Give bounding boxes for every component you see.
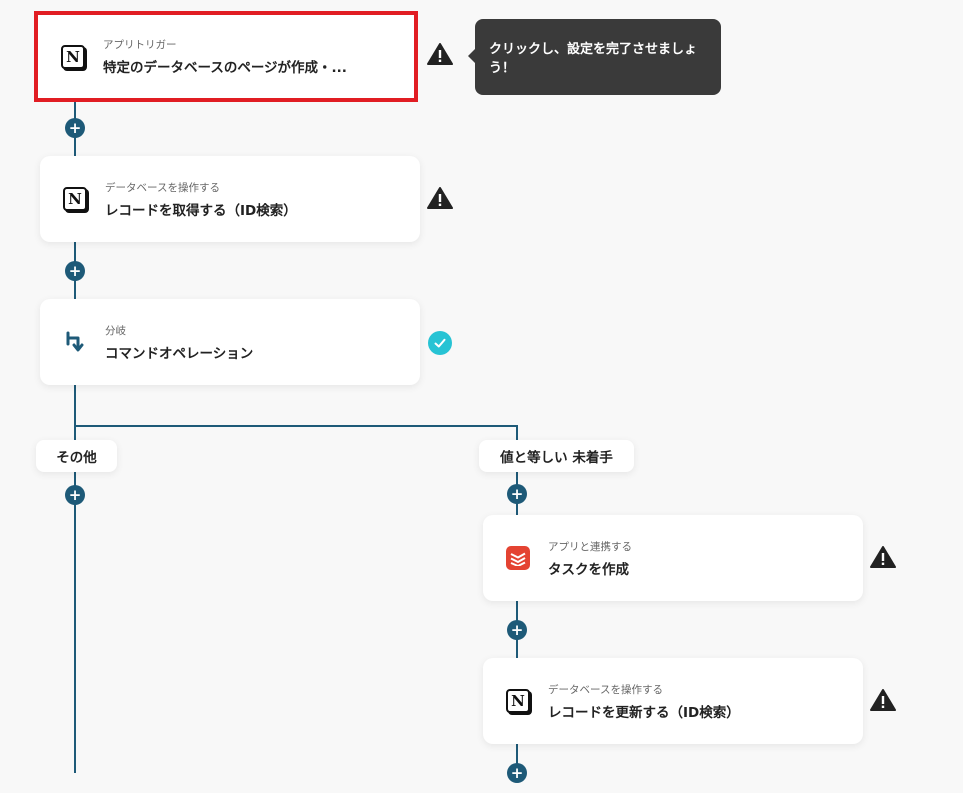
warning-icon[interactable] <box>870 688 896 712</box>
step-title: コマンドオペレーション <box>105 345 254 362</box>
step-title: 特定のデータベースのページが作成・... <box>103 60 347 76</box>
step-title: タスクを作成 <box>548 561 629 578</box>
check-icon <box>428 331 452 355</box>
step-title: レコードを更新する（ID検索） <box>548 704 740 721</box>
step-label: データベースを操作する <box>105 181 220 194</box>
add-step-button[interactable]: + <box>65 485 85 505</box>
branch-icon <box>62 329 88 355</box>
branch-connector-line <box>74 425 518 427</box>
step-label: 分岐 <box>105 324 126 337</box>
notion-icon: N <box>60 44 86 70</box>
step-card-branch[interactable]: 分岐 コマンドオペレーション <box>40 299 420 385</box>
warning-icon[interactable] <box>870 545 896 569</box>
add-step-button[interactable]: + <box>65 118 85 138</box>
warning-icon[interactable] <box>427 42 453 66</box>
notion-icon: N <box>505 688 531 714</box>
step-card-create-task[interactable]: アプリと連携する タスクを作成 <box>483 515 863 601</box>
add-step-button[interactable]: + <box>507 484 527 504</box>
step-label: アプリと連携する <box>548 540 632 553</box>
branch-label-other[interactable]: その他 <box>36 440 117 472</box>
setup-tooltip: クリックし、設定を完了させましょう！ <box>468 19 721 95</box>
step-label: アプリトリガー <box>103 39 177 51</box>
warning-icon[interactable] <box>427 186 453 210</box>
todoist-icon <box>505 545 531 571</box>
tooltip-text: クリックし、設定を完了させましょう！ <box>489 42 698 76</box>
step-card-update-record[interactable]: N データベースを操作する レコードを更新する（ID検索） <box>483 658 863 744</box>
add-step-button[interactable]: + <box>507 763 527 783</box>
step-label: データベースを操作する <box>548 683 663 696</box>
step-card-get-record[interactable]: N データベースを操作する レコードを取得する（ID検索） <box>40 156 420 242</box>
add-step-button[interactable]: + <box>65 261 85 281</box>
step-card-trigger[interactable]: N アプリトリガー 特定のデータベースのページが作成・... <box>34 11 418 102</box>
step-title: レコードを取得する（ID検索） <box>105 202 297 219</box>
add-step-button[interactable]: + <box>507 620 527 640</box>
branch-label-equals[interactable]: 値と等しい 未着手 <box>479 440 634 472</box>
notion-icon: N <box>62 186 88 212</box>
